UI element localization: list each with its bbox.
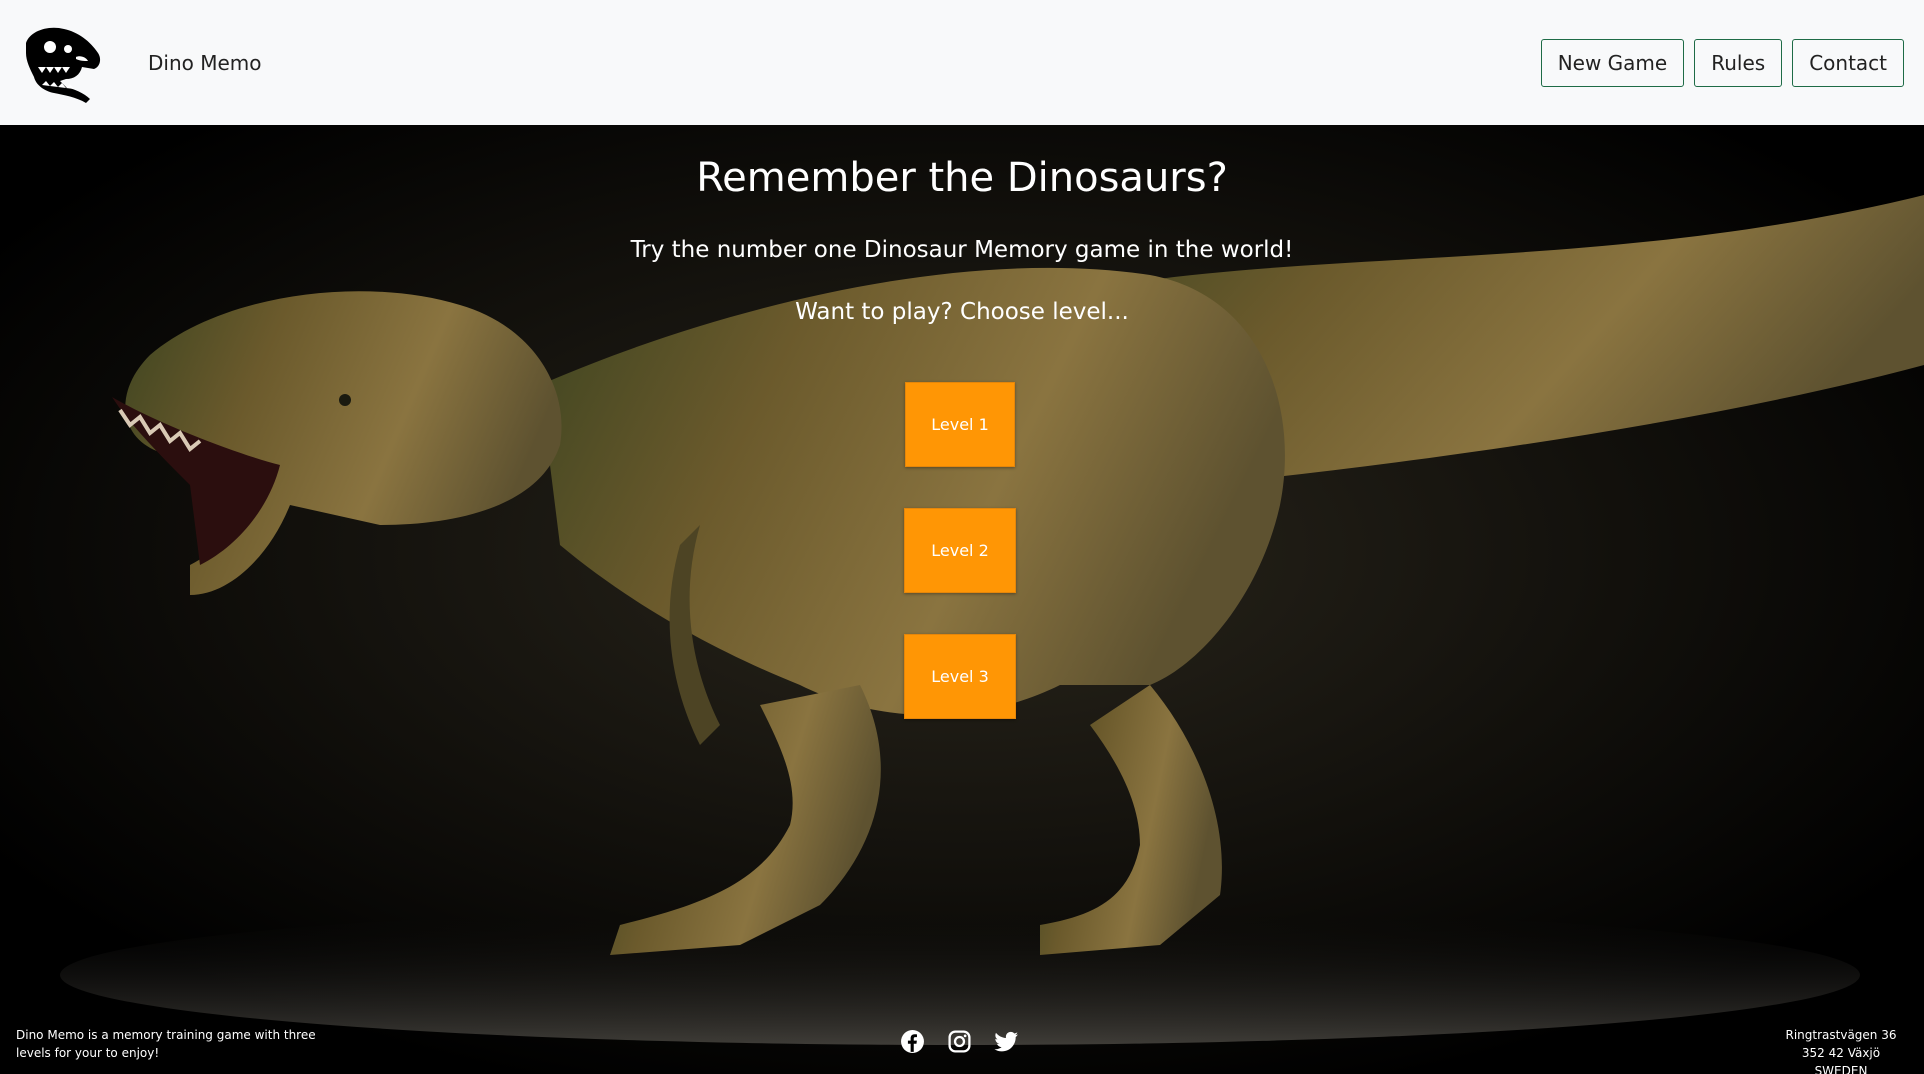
new-game-button[interactable]: New Game [1540, 38, 1685, 87]
hero-section: Remember the Dinosaurs? Try the number o… [0, 125, 1924, 1074]
level-1-button[interactable]: Level 1 [905, 382, 1015, 467]
dinosaur-background-image [0, 125, 1924, 1074]
brand-link[interactable]: Dino Memo [20, 23, 262, 103]
level-3-button[interactable]: Level 3 [904, 634, 1016, 719]
social-links [900, 1029, 1019, 1054]
footer-about-text: Dino Memo is a memory training game with… [16, 1028, 316, 1060]
dinosaur-skull-icon [26, 27, 101, 103]
address-block: Ringtrastvägen 36 352 42 Växjö SWEDEN [1776, 1026, 1906, 1074]
level-2-button[interactable]: Level 2 [904, 508, 1016, 593]
hero-tagline: Try the number one Dinosaur Memory game … [630, 237, 1294, 263]
navbar: Dino Memo New Game Rules Contact [0, 0, 1924, 125]
hero-title: Remember the Dinosaurs? [696, 155, 1228, 201]
address-street: Ringtrastvägen 36 [1785, 1028, 1897, 1042]
hero-prompt: Want to play? Choose level... [795, 299, 1129, 325]
instagram-icon[interactable] [947, 1029, 972, 1054]
facebook-icon[interactable] [900, 1029, 925, 1054]
address-country: SWEDEN [1814, 1064, 1868, 1074]
contact-button[interactable]: Contact [1792, 38, 1904, 87]
brand-name: Dino Memo [148, 50, 262, 75]
nav-buttons: New Game Rules Contact [1540, 38, 1904, 87]
address-city: 352 42 Växjö [1801, 1046, 1881, 1060]
twitter-icon[interactable] [994, 1029, 1019, 1054]
rules-button[interactable]: Rules [1694, 38, 1783, 87]
